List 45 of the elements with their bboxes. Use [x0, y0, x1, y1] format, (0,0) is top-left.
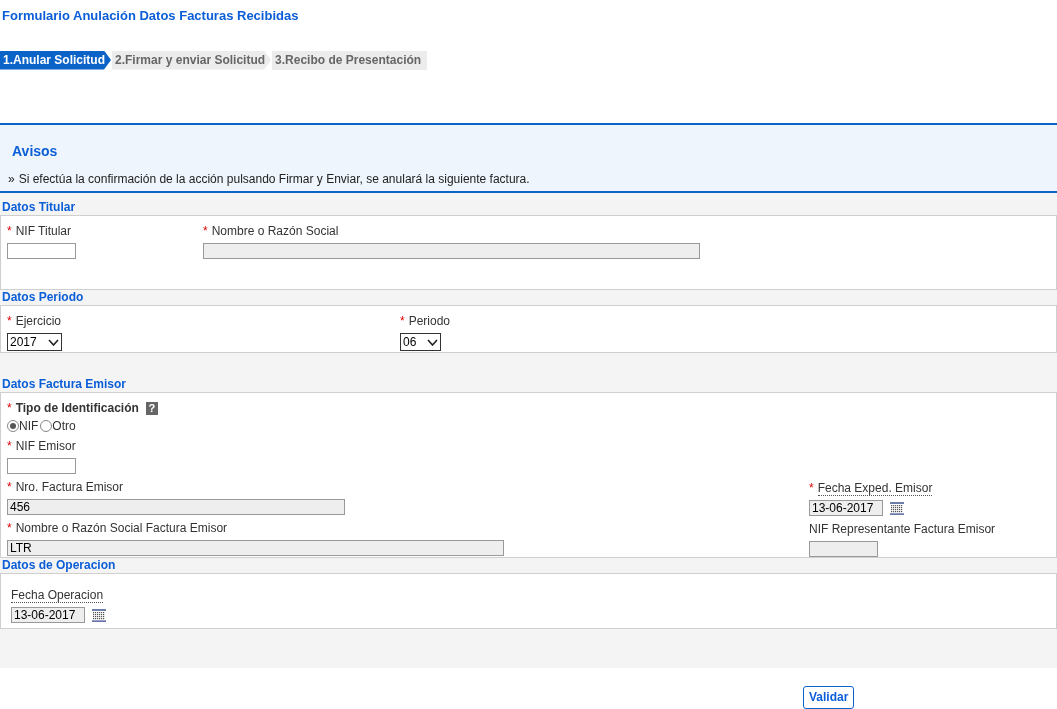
calendar-icon[interactable]	[91, 608, 107, 623]
required-mark: *	[7, 479, 12, 497]
radio-label: NIF	[19, 418, 39, 436]
notice-title: Avisos	[12, 141, 59, 160]
section-heading: Datos Periodo	[0, 290, 1057, 306]
wizard-step[interactable]: 1.Anular Solicitud	[0, 50, 111, 70]
required-mark: *	[203, 223, 208, 241]
wizard-step[interactable]: 3.Recibo de Presentación	[272, 50, 428, 70]
field-label: Nombre o Razón Social	[211, 223, 339, 241]
required-mark: *	[7, 438, 12, 456]
dropdown[interactable]: 06	[400, 333, 441, 352]
field-label: Fecha Operacion	[11, 587, 104, 603]
help-button[interactable]: ?	[145, 401, 158, 415]
page-title: Formulario Anulación Datos Facturas Recibidas	[1, 7, 300, 25]
required-mark: *	[400, 313, 405, 331]
chevron-down-icon	[48, 338, 59, 346]
submit-button[interactable]: Validar	[803, 686, 855, 709]
field-label: NIF Titular	[15, 223, 71, 241]
notice-text: Si efectúa la confirmación de la acción pulsando Firmar y Enviar, se anulará la siguiente factura.	[18, 170, 530, 188]
field-label: NIF Emisor	[15, 438, 76, 456]
text-field[interactable]	[7, 243, 76, 260]
radio-button[interactable]	[7, 420, 19, 433]
field-label: Periodo	[408, 313, 451, 331]
field-label: NIF Representante Factura Emisor	[809, 521, 996, 539]
radio-button[interactable]	[40, 420, 53, 433]
required-mark: *	[809, 480, 814, 498]
section-heading: Datos de Operacion	[0, 558, 1057, 574]
calendar-icon[interactable]	[889, 501, 905, 516]
field-label: Nro. Factura Emisor	[15, 479, 124, 497]
radio-label: Otro	[52, 418, 76, 436]
field-label: Nombre o Razón Social Factura Emisor	[15, 520, 228, 538]
required-mark: *	[7, 223, 12, 241]
field-label: Ejercicio	[15, 313, 62, 331]
section-heading: Datos Factura Emisor	[0, 377, 1057, 393]
field-label: Fecha Exped. Emisor	[817, 480, 933, 496]
required-mark: *	[7, 400, 12, 418]
dropdown[interactable]: 2017	[7, 333, 62, 352]
section-heading: Datos Titular	[0, 200, 1057, 216]
text-field[interactable]	[7, 458, 76, 475]
required-mark: *	[7, 313, 12, 331]
wizard-step[interactable]: 2.Firmar y enviar Solicitud	[112, 50, 272, 70]
chevron-down-icon	[427, 338, 438, 346]
required-mark: *	[7, 520, 12, 538]
bullet-mark: »	[8, 170, 15, 188]
field-label: Tipo de Identificación	[15, 400, 139, 418]
